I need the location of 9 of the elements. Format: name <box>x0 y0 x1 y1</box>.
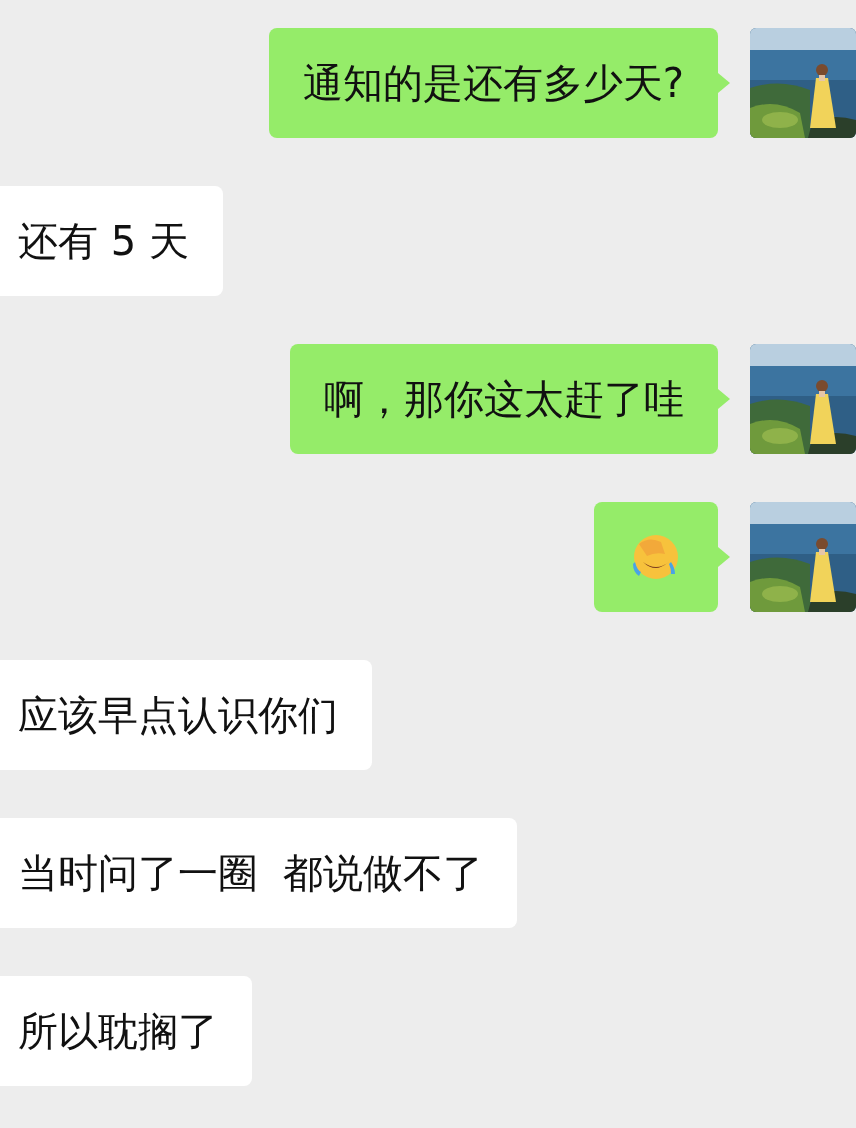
bubble-tail <box>718 389 730 409</box>
facepalm-emoji-icon <box>631 532 681 582</box>
message-bubble: 啊，那你这太赶了哇 <box>290 344 718 454</box>
bubble-tail <box>718 73 730 93</box>
message-bubble: 还有 5 天 <box>0 186 223 296</box>
message-bubble: 通知的是还有多少天? <box>268 28 718 138</box>
message-bubble: 应该早点认识你们 <box>0 660 372 770</box>
message-bubble: 所以耽搁了 <box>0 976 252 1086</box>
message-bubble: 当时问了一圈 都说做不了 <box>0 818 518 928</box>
